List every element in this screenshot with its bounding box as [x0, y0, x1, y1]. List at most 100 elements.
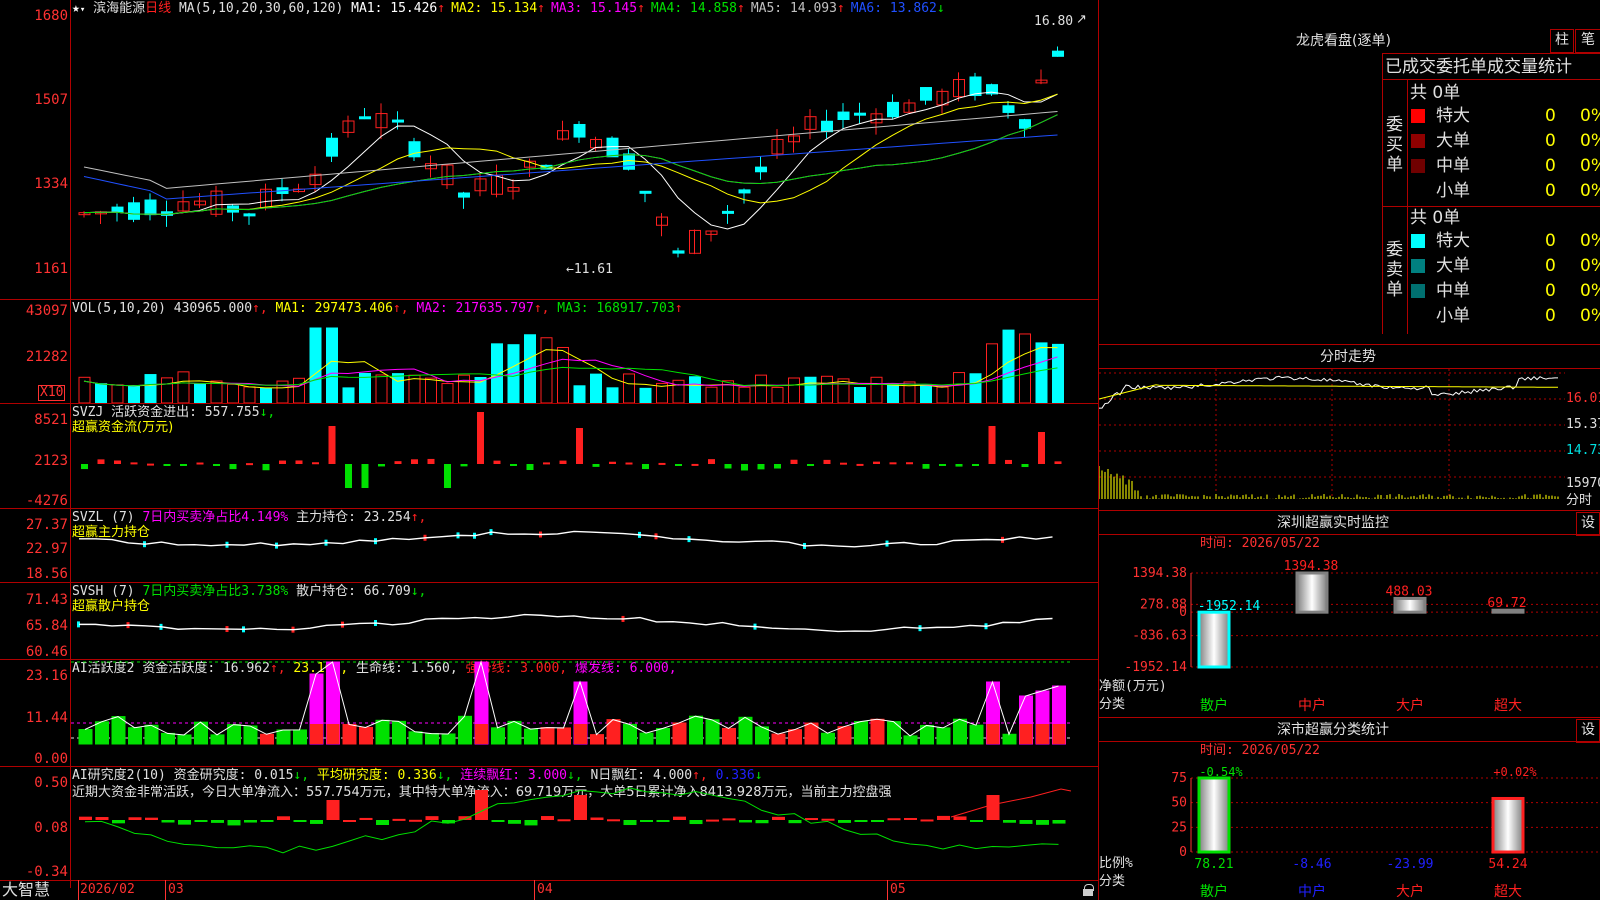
activity-bar: [557, 727, 571, 745]
research-bar: [887, 818, 901, 821]
activity-bar: [111, 716, 126, 745]
candle-body: [144, 199, 157, 216]
vol-bar: [887, 383, 899, 403]
vol-bar: [293, 377, 305, 403]
retail-holding-chart[interactable]: [71, 583, 1098, 659]
activity-bar: [738, 716, 753, 745]
ai-research-chart[interactable]: [71, 767, 1098, 880]
flow-bar: [411, 459, 418, 464]
price-tick-4: 1161: [34, 261, 68, 277]
activity-bar: [969, 724, 984, 745]
flow-bar: [658, 462, 666, 465]
research-bar: [376, 820, 389, 825]
vol-value: 430965.000: [173, 301, 253, 316]
main-holding-chart[interactable]: [71, 509, 1098, 582]
activity-bar: [887, 721, 901, 745]
flow-bar: [988, 426, 996, 464]
vol-bar: [326, 327, 338, 403]
research-bar: [821, 818, 835, 821]
svzj-tick-2: 2123: [34, 453, 68, 469]
flow-bar: [163, 464, 171, 466]
activity-bar: [491, 727, 505, 745]
classify-settings-button[interactable]: 设: [1576, 719, 1600, 743]
vol-bar: [573, 385, 586, 403]
high-price-arrow-icon: ↗: [1076, 12, 1087, 27]
svzl-tick-2: 22.97: [25, 541, 68, 557]
activity-bar: [639, 732, 654, 745]
vol-bar: [920, 383, 932, 403]
category-label: 散户: [1200, 883, 1228, 900]
research-bar: [739, 820, 752, 823]
research-bar: [409, 819, 422, 822]
vol-bar: [969, 373, 982, 403]
volume-chart[interactable]: [71, 315, 1098, 403]
x-tick-apr: [534, 880, 535, 900]
activity-bar: [837, 726, 852, 745]
stroke-view-button[interactable]: 笔: [1575, 29, 1600, 53]
dragon-title: 龙虎看盘(逐单): [1296, 33, 1391, 49]
order-color-swatch: [1411, 234, 1425, 248]
candlestick-chart[interactable]: [71, 14, 1098, 299]
order-pct: 0%: [1580, 131, 1600, 151]
capital-flow-chart[interactable]: [71, 404, 1098, 508]
research-bar: [772, 816, 785, 820]
research-bar: [1052, 820, 1066, 824]
high-price-label: 16.80: [1034, 14, 1074, 29]
vol-bar: [788, 377, 800, 403]
ai-active-tick-1: 23.16: [25, 668, 68, 684]
activity-bar: [425, 733, 439, 745]
monitor-bar-chart[interactable]: 1394.38278.880-836.63-1952.14-1952.14散户1…: [1099, 555, 1600, 715]
flow-bar: [873, 461, 880, 464]
vol-tick-2: 21282: [25, 349, 68, 365]
research-bar: [392, 818, 406, 821]
vol-bar: [1052, 343, 1064, 403]
flow-bar: [576, 428, 583, 464]
bar-大户: [1393, 596, 1427, 614]
classify-time: 时间: 2026/05/22: [1200, 743, 1320, 758]
svzl-tick-1: 27.37: [25, 517, 68, 533]
classify-bar-chart[interactable]: 75 50 25 0 78.21 散户 -0.54% -8.46 中户 -23.99 大户 54.24…: [1099, 762, 1600, 900]
activity-bar: [210, 734, 225, 745]
category-label: 大户: [1396, 697, 1424, 714]
flow-bar: [1021, 464, 1029, 468]
low-price-label: ←11.61: [566, 262, 613, 277]
research-bar: [673, 816, 686, 820]
intraday-price-1: 16.01: [1566, 391, 1600, 406]
flow-bar: [790, 459, 798, 464]
order-count: 0: [1545, 181, 1556, 201]
activity-bar: [672, 722, 687, 745]
classify-title: 深市超赢分类统计: [1277, 722, 1389, 738]
research-bar: [953, 816, 967, 820]
flow-bar: [691, 463, 699, 466]
sell-side-label: 委卖单: [1386, 240, 1403, 300]
research-bar: [689, 820, 703, 825]
research-bar: [788, 820, 802, 824]
monitor-settings-button[interactable]: 设: [1576, 512, 1600, 536]
stock-terminal: ★▾ 滨海能源日线 MA(5,10,20,30,60,120) MA1: 15.…: [0, 0, 1600, 900]
candle-body: [359, 116, 371, 120]
bar-超大: [1491, 796, 1525, 854]
research-bar: [986, 795, 1000, 820]
intraday-chart[interactable]: [1099, 369, 1565, 509]
vol-bar: [161, 377, 173, 403]
bar-view-button[interactable]: 柱: [1550, 29, 1574, 53]
svsh-tick-2: 65.84: [25, 618, 68, 634]
vol-bar: [705, 386, 718, 403]
order-count: 0: [1545, 281, 1556, 301]
flow-bar: [196, 462, 204, 465]
ai-activity-chart[interactable]: [71, 660, 1098, 766]
order-count: 0: [1545, 131, 1556, 151]
activity-bar-base: [1036, 724, 1049, 744]
activity-bar-base: [310, 724, 323, 744]
x-label-may: 05: [890, 882, 906, 897]
dragon-left-border: [1382, 53, 1383, 334]
vol-bar: [837, 378, 850, 403]
vol-bar: [771, 386, 784, 403]
research-bar: [359, 817, 373, 820]
research-bar: [937, 815, 950, 820]
flow-bar: [493, 460, 501, 464]
research-bar: [260, 820, 274, 822]
research-bar: [970, 820, 983, 822]
y-tick-label: 25: [1171, 820, 1187, 835]
vol-bar: [392, 373, 404, 403]
